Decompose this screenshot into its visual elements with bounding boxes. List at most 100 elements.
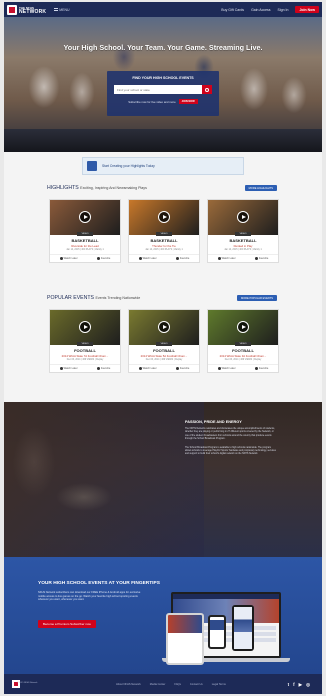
video-card[interactable]: VIDEO BASKETBALL Thunder for the Tie Jan 14… — [128, 199, 200, 264]
more-popular-events-button[interactable]: MORE POPULAR EVENTS — [237, 295, 277, 302]
play-icon[interactable] — [158, 211, 170, 223]
highlights-title: HIGHLIGHTS — [47, 185, 79, 191]
footer-link-about[interactable]: About NFHS Network — [116, 683, 141, 686]
video-card[interactable]: VIDEO FOOTBALL 2014 WIAA State 3A Football… — [207, 309, 279, 374]
card-title[interactable]: 2014 WIAA State 7A Football Cham... — [52, 354, 118, 358]
video-card[interactable]: VIDEO FOOTBALL 2014 WIAA State 5A Football… — [128, 309, 200, 374]
video-card[interactable]: VIDEO BASKETBALL Riverside for the Lead Jan… — [49, 199, 121, 264]
popular-subtitle: Events Trending Nationwide — [95, 296, 141, 300]
popular-cards: VIDEO FOOTBALL 2014 WIAA State 7A Football… — [49, 309, 279, 374]
video-tag: VIDEO — [77, 232, 93, 236]
video-tag: VIDEO — [77, 342, 93, 346]
card-sport: BASKETBALL — [150, 238, 178, 243]
footer-copyright: © 2015 NFHS Network — [17, 682, 38, 684]
card-actions: Watch Later Favorite — [50, 364, 120, 372]
clock-icon — [217, 257, 221, 260]
more-highlights-button[interactable]: MORE HIGHLIGHTS — [244, 185, 277, 192]
favorite-button[interactable]: Favorite — [254, 367, 269, 371]
heart-icon — [96, 257, 100, 260]
favorite-button[interactable]: Favorite — [175, 257, 190, 261]
watch-later-button[interactable]: Watch Later — [59, 257, 78, 260]
nav-link-gift-cards[interactable]: Buy Gift Cards — [221, 8, 244, 12]
popular-heading: POPULAR EVENTS Events Trending Nationwid… — [47, 295, 140, 301]
favorite-label: Favorite — [179, 257, 190, 261]
nfhs-logo[interactable]: THE NFHS NETWORK — [7, 4, 47, 15]
premium-subscriber-button[interactable]: Become a Premium Subscriber now — [38, 620, 96, 628]
card-title[interactable]: 2014 WIAA State 3A Football Cham... — [210, 354, 276, 358]
favorite-button[interactable]: Favorite — [96, 257, 110, 260]
play-icon[interactable] — [79, 211, 91, 223]
video-tag: VIDEO — [156, 232, 172, 236]
card-meta: Jan 14, 2015 | 400 PLAYS | Varsity 1 — [224, 249, 262, 251]
ad-strip: Start Creating your Highlights Today — [4, 152, 322, 180]
favorite-button[interactable]: Favorite — [96, 367, 110, 370]
play-icon[interactable] — [79, 321, 91, 333]
instagram-icon[interactable]: ◎ — [306, 682, 310, 687]
watch-later-button[interactable]: Watch Later — [217, 367, 236, 371]
popular-title: POPULAR EVENTS — [47, 295, 94, 301]
video-thumbnail[interactable] — [129, 200, 199, 235]
card-body: FOOTBALL 2014 WIAA State 5A Football Cham… — [129, 346, 199, 364]
video-thumbnail[interactable] — [50, 200, 120, 235]
card-title[interactable]: Riverside for the Lead — [52, 244, 118, 248]
watch-later-button[interactable]: Watch Later — [138, 257, 157, 260]
video-thumbnail[interactable] — [208, 200, 278, 235]
video-thumbnail[interactable] — [129, 310, 199, 345]
passion-heading: PASSION, PRIDE AND ENERGY — [185, 420, 242, 424]
tablet-device-image — [166, 613, 204, 665]
youtube-icon[interactable]: ▶ — [299, 682, 302, 687]
highlights-ad-banner[interactable]: Start Creating your Highlights Today — [82, 157, 244, 175]
find-events-box: FIND YOUR HIGH SCHOOL EVENTS Subscribe n… — [107, 71, 219, 116]
hero-title: Your High School. Your Team. Your Game. … — [63, 43, 263, 52]
menu-button[interactable]: MENU — [54, 8, 70, 12]
join-now-button[interactable]: Join Now — [295, 6, 319, 13]
video-thumbnail[interactable] — [208, 310, 278, 345]
favorite-label: Favorite — [258, 367, 269, 371]
logo-line-2: NETWORK — [19, 8, 47, 15]
watch-later-label: Watch Later — [221, 367, 236, 371]
watch-later-button[interactable]: Watch Later — [138, 367, 157, 370]
card-title[interactable]: 2014 WIAA State 5A Football Cham... — [131, 354, 197, 358]
footer-link-contact[interactable]: Contact Us — [190, 683, 203, 686]
top-navigation: THE NFHS NETWORK MENU Buy Gift Cards Gai… — [4, 2, 322, 17]
search-row — [114, 85, 212, 94]
twitter-icon[interactable]: t — [288, 682, 290, 687]
play-icon[interactable] — [158, 321, 170, 333]
logo-mark-icon — [7, 4, 17, 15]
watch-later-label: Watch Later — [63, 367, 78, 371]
video-tag: VIDEO — [235, 342, 251, 346]
subscribe-text: Subscribe now for live video and more — [128, 99, 176, 104]
favorite-button[interactable]: Favorite — [254, 257, 268, 260]
footer-link-media[interactable]: Media Center — [150, 683, 166, 686]
highlights-cards: VIDEO BASKETBALL Riverside for the Lead Jan… — [49, 199, 279, 264]
hero-join-now-button[interactable]: JOIN NOW — [178, 99, 198, 104]
play-icon[interactable] — [237, 321, 249, 333]
card-title[interactable]: Thunder for the Tie — [131, 244, 197, 248]
footer-link-faqs[interactable]: FAQs — [174, 683, 181, 686]
clock-icon — [59, 367, 63, 370]
nav-link-sign-in[interactable]: Sign In — [278, 8, 289, 12]
popular-events-section: POPULAR EVENTS Events Trending Nationwid… — [4, 290, 322, 402]
school-search-input[interactable] — [114, 85, 202, 94]
video-card[interactable]: VIDEO BASKETBALL Dunked in Play Jan 14, 201… — [207, 199, 279, 264]
smartphone-device-image — [232, 605, 254, 651]
highlights-subtitle: Exciting, Inspiring And Newsmaking Plays — [80, 186, 147, 190]
video-card[interactable]: VIDEO FOOTBALL 2014 WIAA State 7A Football… — [49, 309, 121, 374]
search-button[interactable] — [202, 85, 212, 94]
watch-later-button[interactable]: Watch Later — [217, 257, 236, 260]
footer-link-legal[interactable]: Legal Terms — [212, 683, 226, 686]
play-icon[interactable] — [237, 211, 249, 223]
phone-device-image — [208, 615, 226, 649]
card-title[interactable]: Dunked in Play — [210, 244, 276, 248]
facebook-icon[interactable]: f — [293, 682, 295, 687]
card-body: FOOTBALL 2014 WIAA State 7A Football Cham… — [50, 346, 120, 364]
favorite-label: Favorite — [179, 367, 190, 371]
watch-later-button[interactable]: Watch Later — [59, 367, 78, 371]
broadcast-photo — [4, 402, 204, 557]
card-sport: FOOTBALL — [74, 348, 96, 353]
hero-banner: Your High School. Your Team. Your Game. … — [4, 17, 322, 152]
video-thumbnail[interactable] — [50, 310, 120, 345]
favorite-button[interactable]: Favorite — [175, 367, 190, 371]
nav-link-gain-access[interactable]: Gain Access — [251, 8, 270, 12]
clock-icon — [138, 257, 142, 260]
